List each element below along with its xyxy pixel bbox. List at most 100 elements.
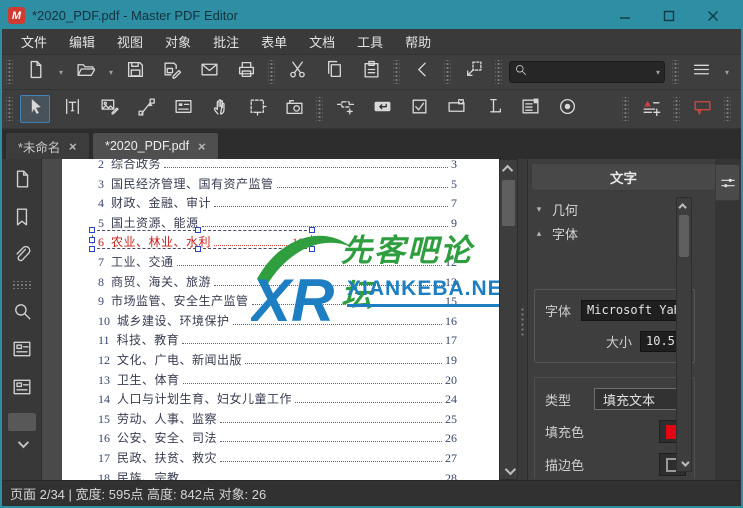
sidebar-handle[interactable] [13, 281, 31, 289]
search-input[interactable] [531, 65, 652, 79]
crop-select-button[interactable] [242, 95, 272, 123]
open-folder-button[interactable] [70, 58, 100, 86]
sidebar-thumbnails-button[interactable] [7, 165, 37, 197]
radio-button[interactable] [552, 95, 582, 123]
link-add-button[interactable] [330, 95, 360, 123]
back-button[interactable] [407, 58, 437, 86]
hand-button[interactable] [205, 95, 235, 123]
menu-批注[interactable]: 批注 [202, 29, 250, 54]
toolbar-drag-handle[interactable] [6, 97, 13, 121]
menu-工具[interactable]: 工具 [346, 29, 394, 54]
menu-视图[interactable]: 视图 [106, 29, 154, 54]
scroll-down-button[interactable] [500, 462, 517, 479]
tab-0[interactable]: *未命名 × [5, 132, 90, 159]
toolbar-drag-handle[interactable] [316, 97, 323, 121]
toc-row[interactable]: 2 综合政务 3 [62, 159, 499, 175]
edit-text-button[interactable] [57, 95, 87, 123]
tab-1[interactable]: *2020_PDF.pdf × [92, 132, 219, 159]
toc-row[interactable]: 12 文化、广电、新闻出版 19 [62, 351, 499, 371]
panel-scrollbar[interactable] [676, 197, 692, 472]
sidebar-form-fields-button[interactable] [7, 335, 37, 367]
select-arrow-button[interactable] [20, 95, 50, 123]
pdf-page[interactable]: 2 综合政务 33 国民经济管理、国有资产监管 54 财政、金融、审计 75 国… [62, 159, 499, 480]
toc-row[interactable]: 9 市场监管、安全生产监管 15 [62, 292, 499, 312]
edit-path-button[interactable] [131, 95, 161, 123]
toc-row[interactable]: 18 民族、宗教 28 [62, 469, 499, 481]
email-button[interactable] [194, 58, 224, 86]
sidebar-search-button[interactable] [7, 297, 37, 329]
listbox-button[interactable] [515, 95, 545, 123]
search-dropdown-caret[interactable]: ▾ [656, 68, 660, 77]
menu-对象[interactable]: 对象 [154, 29, 202, 54]
toolbar-drag-handle[interactable] [393, 60, 400, 84]
new-document-button[interactable] [20, 58, 50, 86]
selection-handle[interactable] [309, 246, 315, 252]
scrollbar-thumb[interactable] [502, 180, 515, 226]
text-cursor-button[interactable] [478, 95, 508, 123]
selection-handle[interactable] [89, 246, 95, 252]
sidebar-bookmarks-button[interactable] [7, 203, 37, 235]
combobox-button[interactable] [441, 95, 471, 123]
menu-表单[interactable]: 表单 [250, 29, 298, 54]
toc-row[interactable]: 13 卫生、体育 20 [62, 371, 499, 391]
copy-button[interactable] [319, 58, 349, 86]
toc-row[interactable]: 15 劳动、人事、监察 25 [62, 410, 499, 430]
toolbar-drag-handle[interactable] [622, 97, 629, 121]
section-font[interactable]: ▴ 字体 [534, 221, 695, 245]
tab-close-icon[interactable]: × [68, 139, 78, 154]
toc-row[interactable]: 14 人口与计划生育、妇女儿童工作 24 [62, 390, 499, 410]
selected-text-object[interactable]: 6 农业、林业、水利 10 [98, 233, 304, 250]
toolbar-drag-handle[interactable] [268, 60, 275, 84]
sidebar-scroll-track[interactable] [8, 413, 36, 431]
panel-flyout-button[interactable] [715, 164, 740, 201]
panel-scroll-up[interactable] [677, 198, 691, 213]
save-as-button[interactable] [157, 58, 187, 86]
cut-button[interactable] [282, 58, 312, 86]
toc-row[interactable]: 6 农业、林业、水利 10 [62, 233, 499, 253]
menu-文件[interactable]: 文件 [10, 29, 58, 54]
toc-row[interactable]: 10 城乡建设、环境保护 16 [62, 312, 499, 332]
toolbar-drag-handle[interactable] [495, 60, 502, 84]
toc-row[interactable]: 17 民政、扶贫、救灾 27 [62, 449, 499, 469]
toolbar-drag-handle[interactable] [444, 60, 451, 84]
menu-文档[interactable]: 文档 [298, 29, 346, 54]
search-box[interactable]: ▾ [509, 61, 665, 83]
toc-row[interactable]: 7 工业、交通 12 [62, 253, 499, 273]
menu-burger-dropdown-caret[interactable]: ▾ [725, 68, 729, 77]
tab-close-icon[interactable]: × [197, 139, 207, 154]
toc-row[interactable]: 5 国土资源、能源 9 [62, 214, 499, 234]
selection-handle[interactable] [309, 237, 315, 243]
toolbar-drag-handle[interactable] [724, 97, 731, 121]
splitter-grip[interactable] [520, 307, 525, 337]
note-add-button[interactable] [636, 95, 666, 123]
sidebar-properties-partial-button[interactable] [7, 373, 37, 405]
toc-row[interactable]: 16 公安、安全、司法 26 [62, 429, 499, 449]
toc-row[interactable]: 8 商贸、海关、旅游 13 [62, 273, 499, 293]
section-geometry[interactable]: ▾ 几何 [534, 197, 695, 221]
open-folder-dropdown-caret[interactable]: ▾ [109, 68, 113, 77]
close-button[interactable] [691, 4, 735, 28]
maximize-button[interactable] [647, 4, 691, 28]
toolbar-drag-handle[interactable] [672, 60, 679, 84]
scroll-up-button[interactable] [500, 160, 517, 177]
toolbar-drag-handle[interactable] [6, 60, 13, 84]
menu-burger-button[interactable] [686, 58, 716, 86]
transform-button[interactable] [458, 58, 488, 86]
paste-button[interactable] [356, 58, 386, 86]
form-fields-button[interactable] [168, 95, 198, 123]
menu-编辑[interactable]: 编辑 [58, 29, 106, 54]
panel-splitter[interactable] [518, 159, 527, 480]
selection-handle[interactable] [89, 237, 95, 243]
panel-scroll-thumb[interactable] [679, 215, 689, 257]
minimize-button[interactable] [603, 4, 647, 28]
panel-scroll-down[interactable] [677, 456, 691, 471]
toc-row[interactable]: 11 科技、教育 17 [62, 331, 499, 351]
eraser-button[interactable] [738, 95, 743, 123]
type-select[interactable]: 填充文本 [594, 388, 686, 410]
toc-row[interactable]: 4 财政、金融、审计 7 [62, 194, 499, 214]
sidebar-attachments-button[interactable] [7, 241, 37, 273]
enter-key-button[interactable] [367, 95, 397, 123]
toc-row[interactable]: 3 国民经济管理、国有资产监管 5 [62, 175, 499, 195]
red-callout-button[interactable] [687, 95, 717, 123]
toolbar-drag-handle[interactable] [673, 97, 680, 121]
